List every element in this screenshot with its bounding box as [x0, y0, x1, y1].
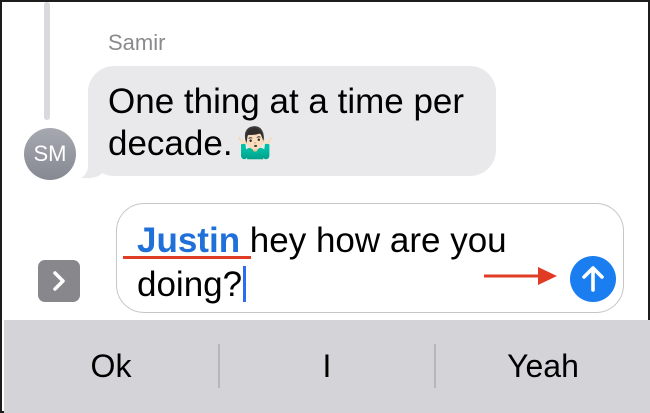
sender-name: Samir	[108, 30, 166, 55]
arrow-up-icon	[582, 266, 604, 292]
message-text: One thing at a time per decade.	[108, 82, 465, 163]
send-button[interactable]	[570, 256, 616, 302]
suggestion-yeah[interactable]: Yeah	[436, 320, 650, 413]
shrug-emoji-icon: 🤷🏻‍♂️	[236, 127, 274, 160]
thread-reply-line	[44, 2, 50, 120]
arrow-right-icon	[484, 267, 557, 285]
avatar[interactable]: SM	[24, 128, 76, 180]
mention-tag[interactable]: Justin	[137, 221, 240, 260]
predictive-text-bar: Ok I Yeah	[4, 320, 650, 413]
apps-button[interactable]	[38, 260, 80, 302]
text-cursor	[243, 266, 247, 302]
mention-underline-annotation	[123, 256, 251, 259]
suggestion-ok[interactable]: Ok	[4, 320, 218, 413]
chevron-right-icon	[53, 271, 65, 291]
incoming-message-bubble[interactable]: One thing at a time per decade. 🤷🏻‍♂️	[88, 66, 496, 176]
suggestion-i[interactable]: I	[220, 320, 434, 413]
message-input-text[interactable]: Justin hey how are you doing?	[137, 219, 557, 307]
